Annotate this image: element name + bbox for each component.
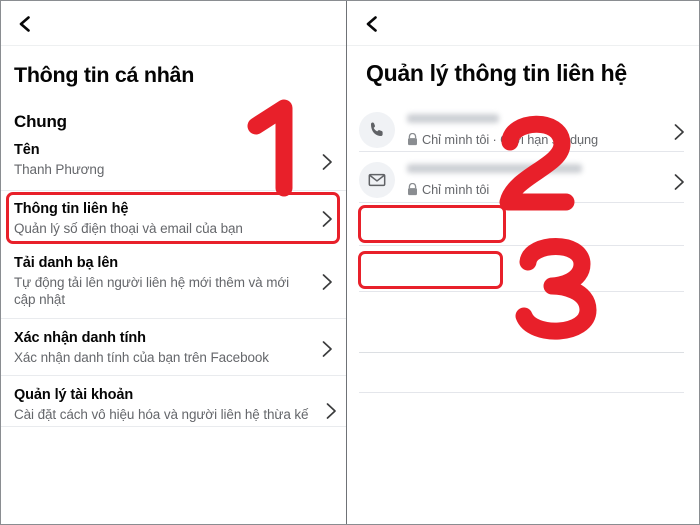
navbar-left xyxy=(0,0,347,46)
page-title: Thông tin cá nhân xyxy=(14,63,195,87)
chevron-left-icon[interactable] xyxy=(361,13,383,35)
frame-top-edge xyxy=(0,0,700,1)
row-divider xyxy=(359,392,684,393)
privacy-label: Chỉ mình tôi · Giới hạn sử dụng xyxy=(422,132,599,147)
chevron-right-icon[interactable] xyxy=(321,339,334,359)
navbar-divider xyxy=(0,45,347,46)
navbar-divider xyxy=(347,45,700,46)
panel-manage-contact-info: Quản lý thông tin liên hệ Chỉ mình tôi ·… xyxy=(347,0,700,525)
list-item-identity-confirmation[interactable]: Xác nhận danh tính Xác nhận danh tính củ… xyxy=(0,330,347,376)
row-divider xyxy=(0,375,347,376)
list-item-name[interactable]: Tên Thanh Phương xyxy=(0,142,347,188)
navbar-right xyxy=(347,0,700,46)
row-divider xyxy=(0,426,347,427)
row-title: Tải danh bạ lên xyxy=(14,255,119,271)
privacy-label: Chỉ mình tôi xyxy=(422,182,490,197)
lock-icon xyxy=(407,133,418,146)
phone-icon xyxy=(359,112,395,148)
section-header-general: Chung xyxy=(14,112,67,131)
row-subtitle: Cài đặt cách vô hiệu hóa và người liên h… xyxy=(14,407,309,422)
row-divider xyxy=(0,318,347,319)
chevron-right-icon[interactable] xyxy=(321,209,334,229)
row-title: Xác nhận danh tính xyxy=(14,330,146,346)
chevron-right-icon[interactable] xyxy=(325,401,338,421)
section-divider xyxy=(359,352,684,353)
contact-divider xyxy=(359,202,684,203)
row-divider xyxy=(0,190,347,191)
list-item-contact-info[interactable]: Thông tin liên hệ Quản lý số điện thoại … xyxy=(0,201,347,249)
chevron-left-icon[interactable] xyxy=(14,13,36,35)
screenshot-root: Thông tin cá nhân Chung Tên Thanh Phương… xyxy=(0,0,700,525)
list-item-upload-contacts[interactable]: Tải danh bạ lên Tự động tải lên người li… xyxy=(0,255,347,317)
row-subtitle: Tự động tải lên người liên hệ mới thêm v… xyxy=(14,275,289,307)
action-divider xyxy=(359,291,684,292)
redacted-email-address xyxy=(407,164,582,173)
row-subtitle: Xác nhận danh tính của bạn trên Facebook xyxy=(14,350,269,365)
chevron-right-icon[interactable] xyxy=(673,172,686,192)
row-subtitle: Quản lý số điện thoại và email của bạn xyxy=(14,221,243,236)
row-title: Tên xyxy=(14,142,40,158)
chevron-right-icon[interactable] xyxy=(673,122,686,142)
chevron-right-icon[interactable] xyxy=(321,272,334,292)
chevron-right-icon[interactable] xyxy=(321,152,334,172)
redacted-phone-number xyxy=(407,114,499,123)
row-title: Quản lý tài khoản xyxy=(14,387,134,403)
row-subtitle: Thanh Phương xyxy=(14,162,105,177)
page-title: Quản lý thông tin liên hệ xyxy=(366,60,627,86)
row-title: Thông tin liên hệ xyxy=(14,201,129,217)
frame-left-edge xyxy=(0,0,1,525)
contact-divider xyxy=(359,151,684,152)
panel-personal-information: Thông tin cá nhân Chung Tên Thanh Phương… xyxy=(0,0,347,525)
panel-separator xyxy=(346,0,347,525)
lock-icon xyxy=(407,183,418,196)
action-divider xyxy=(359,245,684,246)
envelope-icon xyxy=(359,162,395,198)
